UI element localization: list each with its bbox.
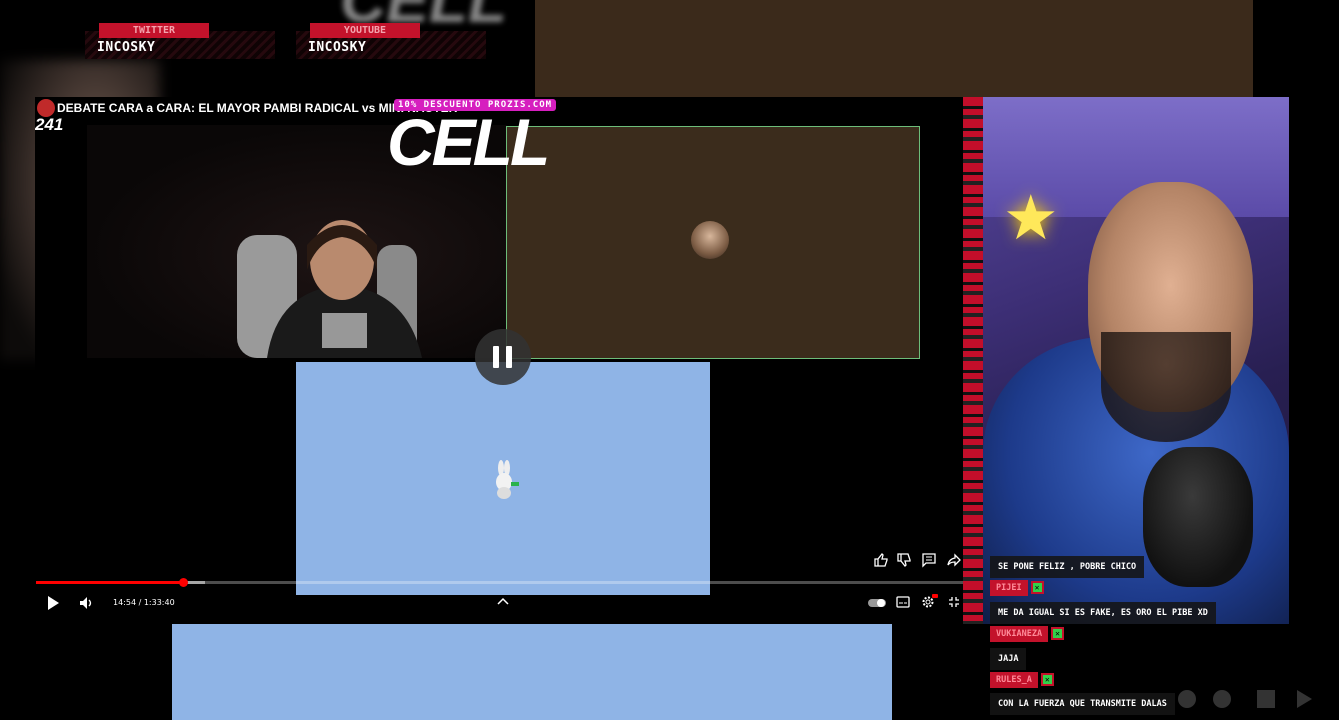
check-badge-icon: ✕	[1030, 581, 1044, 594]
star-lamp-icon: ★	[1003, 181, 1059, 254]
chat-user-row: VUKIANEZA ✕	[990, 626, 1065, 642]
progress-fill	[36, 581, 184, 584]
chat-message: SE PONE FELIZ , POBRE CHICO	[990, 556, 1145, 578]
youtube-label: YOUTUBE	[310, 23, 420, 38]
pause-icon	[493, 346, 499, 368]
chat-username: PIJEI	[990, 580, 1028, 596]
volume-icon[interactable]	[79, 596, 95, 610]
faded-action-icons	[1178, 690, 1312, 708]
chat-username: VUKIANEZA	[990, 626, 1049, 642]
person-silhouette	[237, 220, 422, 358]
like-icon[interactable]	[873, 552, 889, 568]
pause-icon	[506, 346, 512, 368]
twitter-overlay: TWITTER INCOSKY	[85, 23, 275, 59]
autoplay-toggle[interactable]	[868, 598, 886, 608]
streamer-beard	[1101, 332, 1231, 442]
scrubber-handle[interactable]	[178, 578, 188, 587]
blurred-brand-logo: CELL	[340, 0, 680, 22]
decorative-border	[963, 97, 983, 624]
chat-user-row: PIJEI ✕	[990, 580, 1044, 596]
brown-camera-panel	[506, 126, 920, 359]
pause-button[interactable]	[475, 329, 531, 385]
subtitles-icon[interactable]	[896, 596, 910, 608]
chevron-up-icon[interactable]	[497, 597, 509, 605]
time-display: 14:54 / 1:33:40	[113, 598, 175, 607]
exit-fullscreen-icon[interactable]	[948, 596, 960, 608]
check-badge-icon: ✕	[1040, 673, 1054, 686]
chat-username: RULES_A	[990, 672, 1038, 688]
youtube-overlay: YOUTUBE INCOSKY	[296, 23, 486, 59]
chat-message: JAJA	[990, 648, 1027, 670]
dislike-icon[interactable]	[896, 552, 912, 568]
twitter-handle: INCOSKY	[97, 40, 156, 55]
bunny-sticker-icon	[496, 460, 519, 499]
twitter-label: TWITTER	[99, 23, 209, 38]
brand-logo: CELL	[387, 105, 550, 179]
share-icon[interactable]	[946, 552, 962, 568]
hd-badge	[932, 594, 938, 598]
video-player[interactable]: DEBATE CARA a CARA: EL MAYOR PAMBI RADIC…	[35, 97, 963, 624]
streamer-webcam: ★	[963, 97, 1289, 624]
counter-badge: 241	[35, 115, 64, 134]
chat-message: CON LA FUERZA QUE TRANSMITE DALAS	[990, 693, 1175, 715]
microphone-icon	[1143, 447, 1253, 587]
check-badge-icon: ✕	[1051, 627, 1065, 640]
comments-icon[interactable]	[921, 552, 937, 568]
progress-bar[interactable]	[36, 578, 963, 587]
blue-camera-panel	[296, 362, 710, 595]
chat-user-row: RULES_A ✕	[990, 672, 1054, 688]
play-icon[interactable]	[45, 595, 61, 611]
background-blue-panel	[172, 624, 892, 720]
chat-message: ME DA IGUAL SI ES FAKE, ES ORO EL PIBE X…	[990, 602, 1216, 624]
youtube-handle: INCOSKY	[308, 40, 367, 55]
avatar	[691, 221, 729, 259]
